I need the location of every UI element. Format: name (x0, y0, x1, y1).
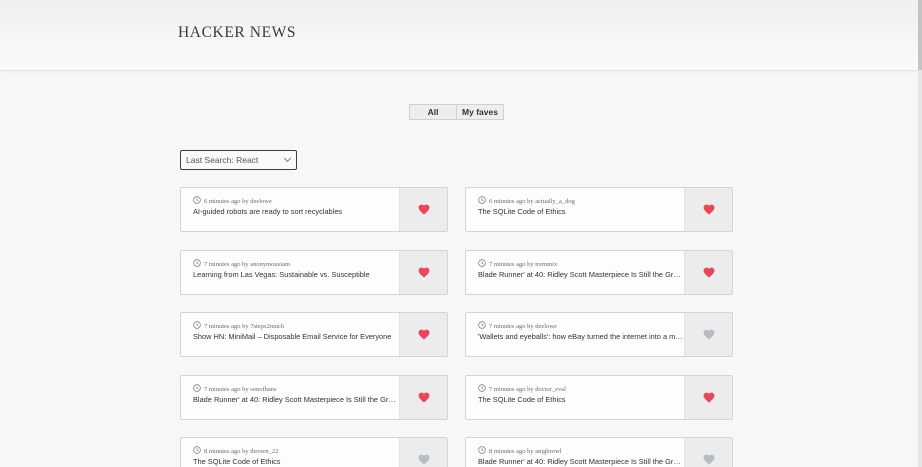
card-meta-text: 7 minutes ago by doctor_eval (489, 385, 566, 393)
card-meta-text: 7 minutes ago by deelowe (489, 322, 557, 330)
clock-icon (193, 446, 204, 456)
news-card[interactable]: 8 minutes ago by thrown_22 The SQLite Cod… (180, 437, 448, 467)
header: HACKER NEWS (0, 0, 918, 71)
card-meta: 8 minutes ago by anigbrowl (478, 446, 562, 456)
filter-tabs: All My faves (409, 104, 504, 120)
heart-icon (703, 392, 714, 403)
heart-icon (703, 267, 714, 278)
favorite-button[interactable] (399, 438, 447, 467)
card-title[interactable]: 'Wallets and eyeballs': how eBay turned … (478, 332, 684, 341)
card-title[interactable]: The SQLite Code of Ethics (193, 457, 399, 466)
card-meta: 6 minutes ago by actually_a_dog (478, 196, 575, 206)
favorite-button[interactable] (684, 188, 732, 231)
scrollbar-thumb[interactable] (918, 0, 922, 70)
favorite-button[interactable] (399, 251, 447, 294)
card-meta: 7 minutes ago by anonymousiam (193, 259, 290, 269)
card-title[interactable]: Blade Runner' at 40: Ridley Scott Master… (478, 270, 684, 279)
heart-icon (703, 329, 714, 340)
card-meta-text: 8 minutes ago by anigbrowl (489, 447, 562, 455)
news-card[interactable]: 7 minutes ago by anonymousiam Learning fr… (180, 250, 448, 295)
framework-select[interactable]: Last Search: React (180, 150, 297, 170)
clock-icon (193, 384, 204, 394)
card-meta: 8 minutes ago by thrown_22 (193, 446, 278, 456)
clock-icon (478, 196, 489, 206)
card-meta: 7 minutes ago by doctor_eval (478, 384, 566, 394)
heart-icon (418, 392, 429, 403)
news-card[interactable]: 6 minutes ago by deelowe AI-guided robots… (180, 187, 448, 232)
select-value: Last Search: React (186, 155, 259, 165)
card-title[interactable]: Blade Runner' at 40: Ridley Scott Master… (478, 457, 684, 466)
app-title: HACKER NEWS (178, 24, 297, 41)
clock-icon (478, 446, 489, 456)
heart-icon (418, 454, 429, 465)
card-meta: 7 minutes ago by deelowe (478, 321, 557, 331)
card-meta-text: 7 minutes ago by sonofhans (204, 385, 277, 393)
clock-icon (193, 321, 204, 331)
heart-icon (418, 267, 429, 278)
card-meta-text: 7 minutes ago by tremmix (489, 260, 558, 268)
clock-icon (478, 321, 489, 331)
card-title[interactable]: AI-guided robots are ready to sort recyc… (193, 207, 399, 216)
news-card[interactable]: 7 minutes ago by 7steps2much Show HN: Min… (180, 312, 448, 357)
clock-icon (478, 384, 489, 394)
card-meta-text: 7 minutes ago by anonymousiam (204, 260, 290, 268)
clock-icon (193, 259, 204, 269)
card-title[interactable]: The SQLite Code of Ethics (478, 395, 684, 404)
clock-icon (193, 196, 204, 206)
card-meta: 7 minutes ago by tremmix (478, 259, 557, 269)
favorite-button[interactable] (399, 313, 447, 356)
tab-all[interactable]: All (409, 104, 457, 120)
favorite-button[interactable] (684, 376, 732, 419)
news-card[interactable]: 7 minutes ago by doctor_eval The SQLite C… (465, 375, 733, 420)
card-title[interactable]: The SQLite Code of Ethics (478, 207, 684, 216)
favorite-button[interactable] (684, 251, 732, 294)
news-card[interactable]: 8 minutes ago by anigbrowl Blade Runner' … (465, 437, 733, 467)
news-card[interactable]: 6 minutes ago by actually_a_dog The SQLit… (465, 187, 733, 232)
favorite-button[interactable] (399, 188, 447, 231)
chevron-down-icon (283, 154, 292, 163)
card-title[interactable]: Learning from Las Vegas: Sustainable vs.… (193, 270, 399, 279)
news-card[interactable]: 7 minutes ago by deelowe 'Wallets and eye… (465, 312, 733, 357)
favorite-button[interactable] (684, 313, 732, 356)
news-card[interactable]: 7 minutes ago by tremmix Blade Runner' at… (465, 250, 733, 295)
tab-my-faves[interactable]: My faves (457, 104, 504, 120)
card-title[interactable]: Show HN: MiniMail – Disposable Email Ser… (193, 332, 399, 341)
card-meta: 7 minutes ago by sonofhans (193, 384, 277, 394)
card-meta-text: 7 minutes ago by 7steps2much (204, 322, 285, 330)
heart-icon (418, 329, 429, 340)
scrollbar[interactable] (918, 0, 922, 467)
card-meta: 6 minutes ago by deelowe (193, 196, 272, 206)
card-meta: 7 minutes ago by 7steps2much (193, 321, 284, 331)
heart-icon (418, 204, 429, 215)
favorite-button[interactable] (684, 438, 732, 467)
favorite-button[interactable] (399, 376, 447, 419)
heart-icon (703, 204, 714, 215)
card-meta-text: 6 minutes ago by deelowe (204, 197, 272, 205)
heart-icon (703, 454, 714, 465)
card-meta-text: 8 minutes ago by thrown_22 (204, 447, 279, 455)
clock-icon (478, 259, 489, 269)
card-meta-text: 6 minutes ago by actually_a_dog (489, 197, 575, 205)
news-card[interactable]: 7 minutes ago by sonofhans Blade Runner' … (180, 375, 448, 420)
card-title[interactable]: Blade Runner' at 40: Ridley Scott Master… (193, 395, 399, 404)
